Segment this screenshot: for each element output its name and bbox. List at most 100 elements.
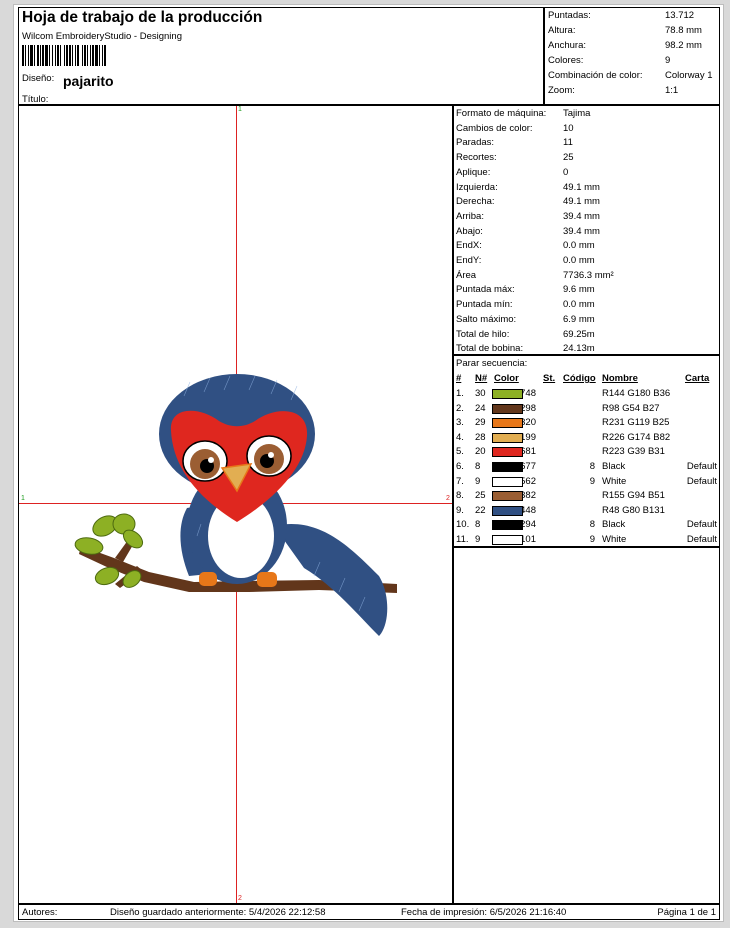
stat-value: Tajima: [563, 108, 591, 119]
stat-value: 39.4 mm: [563, 210, 600, 222]
color-swatch: [492, 505, 523, 516]
sequence-name: White: [602, 475, 627, 487]
sequence-needle: 25: [475, 490, 486, 502]
stat-label: Área: [456, 269, 477, 281]
sequence-name: Black: [602, 519, 626, 531]
sequence-index: 4.: [456, 431, 464, 443]
sequence-needle: 22: [475, 504, 486, 516]
design-preview: 1 1 2 2: [18, 105, 453, 904]
stat-label: Puntada máx:: [456, 284, 515, 296]
stat-value: 11: [563, 137, 573, 149]
stat-label: Puntada mín:: [456, 299, 513, 311]
stat-label: Total de bobina:: [456, 343, 524, 355]
column-header-color: Color: [494, 373, 519, 384]
sequence-index: 3.: [456, 417, 464, 429]
color-swatch: [492, 520, 523, 531]
sequence-row: 4. 28 199 R226 G174 B82: [454, 432, 719, 446]
header-panel: Hoja de trabajo de la producción Wilcom …: [18, 7, 544, 105]
sequence-needle: 30: [475, 388, 486, 399]
sequence-name: White: [602, 534, 627, 545]
color-swatch: [492, 403, 523, 414]
stat-value: 49.1 mm: [563, 196, 600, 208]
color-swatch: [492, 462, 523, 472]
stat-value: 39.4 mm: [563, 225, 600, 237]
sequence-row: 8. 25 382 R155 G94 B51: [454, 490, 719, 504]
stat-label: Formato de máquina:: [456, 108, 547, 119]
summary-label: Puntadas:: [548, 10, 591, 21]
column-header-chart: Carta: [685, 373, 710, 384]
stat-value: 69.25m: [563, 328, 595, 340]
sequence-needle: 20: [475, 446, 486, 458]
stat-label: Recortes:: [456, 152, 497, 164]
footer-authors: Autores:: [22, 907, 58, 918]
stat-value: 9.6 mm: [563, 284, 595, 296]
sequence-needle: 9: [475, 534, 481, 545]
stat-label: Salto máximo:: [456, 313, 517, 325]
sequence-name: R144 G180 B36: [602, 388, 671, 399]
stat-label: Total de hilo:: [456, 328, 510, 340]
column-header-needle: N#: [475, 373, 488, 384]
color-swatch: [492, 447, 523, 458]
design-label: Diseño:: [22, 73, 55, 84]
summary-value: 98.2 mm: [665, 40, 702, 51]
color-swatch: [492, 418, 523, 429]
sequence-row: 7. 9 1.562 9 White Default: [454, 476, 719, 490]
footer-saved-date: Diseño guardado anteriormente: 5/4/2026 …: [110, 907, 326, 918]
color-swatch: [492, 491, 523, 502]
sequence-code: 8: [589, 461, 595, 472]
sequence-title: Parar secuencia:: [456, 358, 528, 369]
sequence-index: 5.: [456, 446, 464, 458]
sequence-index: 11.: [456, 534, 469, 545]
stat-label: Izquierda:: [456, 181, 498, 193]
bird-embroidery-image: [74, 374, 397, 636]
sequence-needle: 29: [475, 417, 486, 429]
sequence-row: 6. 8 677 8 Black Default: [454, 461, 719, 475]
sequence-row: 2. 24 1.298 R98 G54 B27: [454, 403, 719, 417]
sequence-index: 1.: [456, 388, 464, 399]
summary-value: 78.8 mm: [665, 25, 702, 36]
stat-label: Paradas:: [456, 137, 495, 149]
sequence-chart: Default: [686, 461, 717, 472]
sequence-name: R231 G119 B25: [602, 417, 670, 429]
sequence-row: 9. 22 4.448 R48 G80 B131: [454, 505, 719, 519]
column-header-name: Nombre: [602, 373, 638, 384]
sequence-code: 9: [589, 475, 595, 487]
stat-value: 0.0 mm: [563, 240, 595, 252]
stat-label: Arriba:: [456, 210, 484, 222]
stat-label: Derecha:: [456, 196, 495, 208]
stat-value: 0.0 mm: [563, 299, 595, 311]
stat-label: Aplique:: [456, 166, 491, 178]
stat-value: 0: [563, 166, 569, 178]
barcode-icon: [22, 45, 140, 66]
color-swatch: [492, 389, 523, 399]
title-label: Título:: [22, 94, 49, 105]
footer-print-date: Fecha de impresión: 6/5/2026 21:16:40: [401, 907, 567, 918]
color-swatch: [492, 476, 523, 487]
sequence-name: R98 G54 B27: [602, 402, 660, 414]
summary-label: Anchura:: [548, 40, 587, 51]
footer: Autores: Diseño guardado anteriormente: …: [18, 904, 720, 920]
sequence-index: 2.: [456, 402, 464, 414]
stop-sequence-table: Parar secuencia: # N# Color St. Código N…: [453, 355, 720, 547]
sequence-index: 9.: [456, 504, 464, 516]
column-header-code: Código: [563, 373, 596, 384]
footer-page-number: Página 1 de 1: [657, 907, 716, 918]
summary-value: 13.712: [665, 10, 695, 21]
stat-value: 49.1 mm: [563, 181, 600, 193]
application-name: Wilcom EmbroideryStudio - Designing: [22, 31, 182, 42]
sequence-name: R155 G94 B51: [602, 490, 665, 502]
sequence-needle: 24: [475, 402, 486, 414]
sequence-row: 1. 30 748 R144 G180 B36: [454, 388, 719, 402]
stat-value: 6.9 mm: [563, 313, 595, 325]
sequence-index: 8.: [456, 490, 464, 502]
color-swatch: [492, 535, 523, 545]
summary-label: Colores:: [548, 55, 584, 66]
stat-value: 7736.3 mm²: [563, 269, 614, 281]
sequence-name: Black: [602, 461, 626, 472]
summary-label: Altura:: [548, 25, 576, 36]
sequence-row: 10. 8 2.294 8 Black Default: [454, 519, 719, 533]
summary-value: 9: [665, 55, 671, 66]
color-swatch: [492, 432, 523, 443]
summary-label: Combinación de color:: [548, 70, 643, 81]
sequence-chart: Default: [686, 534, 717, 545]
